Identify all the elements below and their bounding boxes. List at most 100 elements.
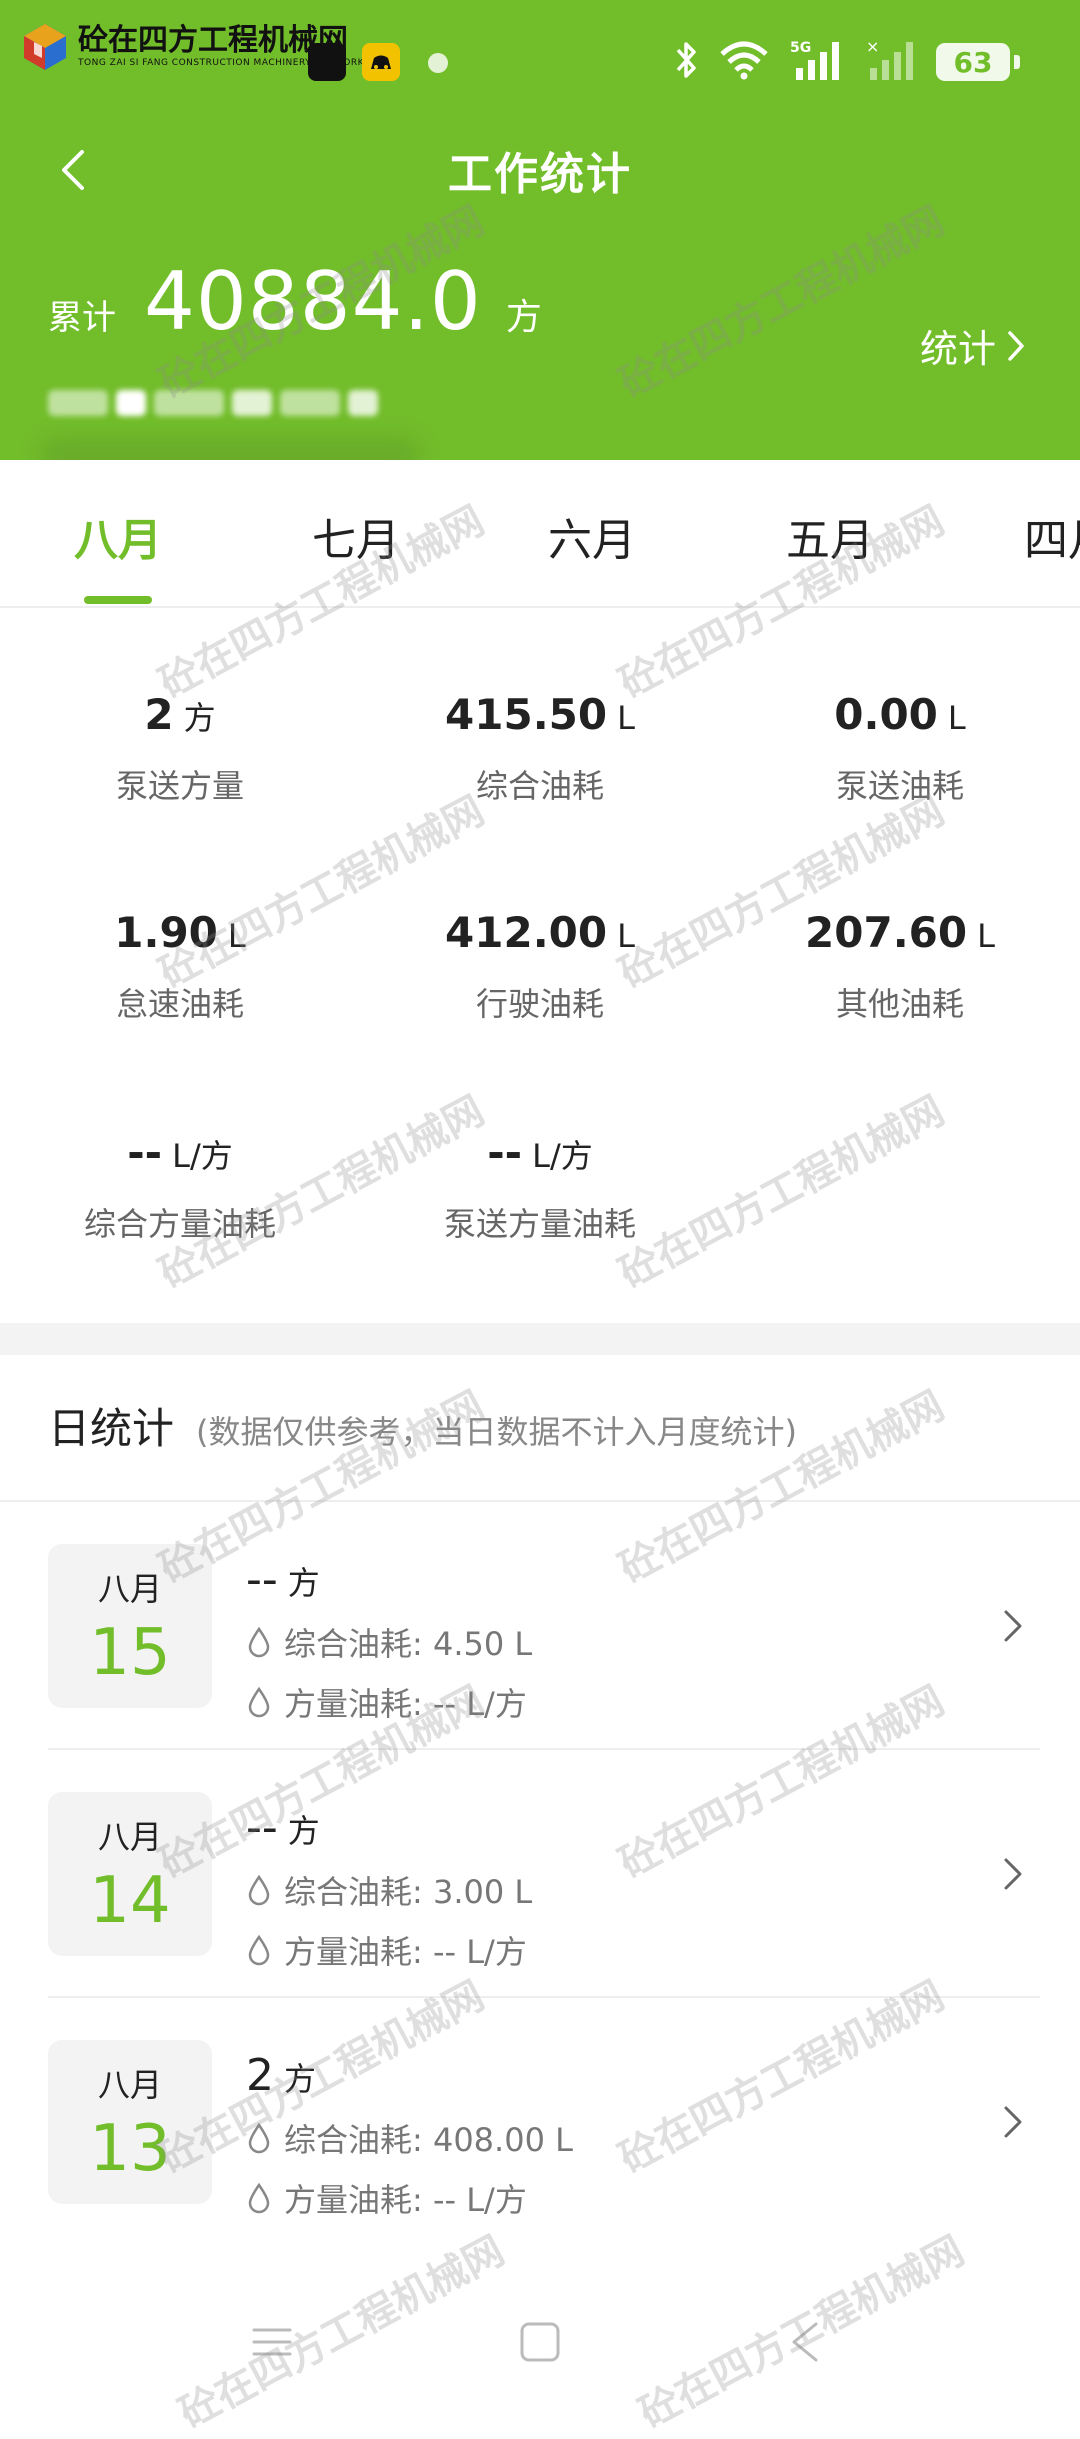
metric-value: 2 bbox=[144, 690, 174, 739]
tab-april[interactable]: 四月 bbox=[1024, 504, 1080, 568]
menu-nav-button[interactable] bbox=[242, 2312, 302, 2372]
page-title: 工作统计 bbox=[448, 149, 632, 200]
tiktok-notification-icon bbox=[308, 43, 346, 81]
total-label: 累计 bbox=[48, 298, 116, 338]
metric-label: 综合油耗 bbox=[475, 767, 604, 805]
day-fuel-rate: 方量油耗: -- L/方 bbox=[284, 2181, 527, 2219]
date-month: 八月 bbox=[97, 1570, 162, 1608]
day-amount-unit: 方 bbox=[287, 1812, 320, 1850]
section-divider bbox=[0, 1323, 1080, 1355]
logo-icon bbox=[20, 22, 70, 72]
metric-other-fuel: 207.60 L 其他油耗 bbox=[720, 908, 1080, 1025]
day-fuel-rate: 方量油耗: -- L/方 bbox=[284, 1933, 527, 1971]
back-nav-button[interactable] bbox=[776, 2312, 836, 2372]
metric-label: 综合方量油耗 bbox=[83, 1205, 276, 1243]
date-day: 15 bbox=[89, 1616, 171, 1690]
metric-unit: L bbox=[617, 699, 635, 737]
day-row-13[interactable]: 八月 13 2方 综合油耗: 408.00 L 方量油耗: -- L/方 bbox=[0, 1998, 1080, 2246]
metric-unit: 方 bbox=[183, 699, 216, 737]
date-box: 八月 14 bbox=[48, 1792, 212, 1956]
total-summary: 累计 40884.0 方 bbox=[48, 255, 542, 348]
metric-driving-fuel: 412.00 L 行驶油耗 bbox=[360, 908, 720, 1025]
metric-volume-fuel-rate: -- L/方 综合方量油耗 bbox=[0, 1128, 360, 1245]
wifi-icon bbox=[718, 40, 770, 84]
total-unit: 方 bbox=[505, 297, 542, 338]
chevron-right-icon bbox=[1004, 1610, 1022, 1642]
tab-july[interactable]: 七月 bbox=[312, 504, 400, 568]
day-info: 2方 综合油耗: 408.00 L 方量油耗: -- L/方 bbox=[246, 2050, 573, 2221]
droplet-icon bbox=[248, 1874, 270, 1906]
metric-total-fuel: 415.50 L 综合油耗 bbox=[360, 690, 720, 807]
tab-june[interactable]: 六月 bbox=[548, 504, 636, 568]
metric-value: 412.00 bbox=[445, 908, 608, 957]
metric-label: 行驶油耗 bbox=[475, 985, 604, 1023]
statistics-link[interactable]: 统计 bbox=[920, 318, 1026, 373]
system-nav-bar bbox=[0, 2300, 1080, 2412]
total-value: 40884.0 bbox=[144, 255, 482, 348]
date-month: 八月 bbox=[97, 1818, 162, 1856]
metric-label: 泵送方量 bbox=[115, 767, 244, 805]
day-fuel: 综合油耗: 408.00 L bbox=[284, 2121, 573, 2159]
active-tab-indicator bbox=[84, 596, 152, 604]
metric-value: 1.90 bbox=[114, 908, 218, 957]
metric-pump-volume: 2方 泵送方量 bbox=[0, 690, 360, 807]
svg-text:×: × bbox=[866, 38, 879, 56]
metric-pump-volume-fuel-rate: -- L/方 泵送方量油耗 bbox=[360, 1128, 720, 1245]
date-box: 八月 13 bbox=[48, 2040, 212, 2204]
metric-unit: L bbox=[617, 917, 635, 955]
metric-label: 其他油耗 bbox=[835, 985, 964, 1023]
signal-5g-icon: 5G bbox=[788, 38, 844, 86]
menu-icon bbox=[252, 2328, 292, 2356]
svg-text:5G: 5G bbox=[790, 40, 811, 56]
chevron-right-icon bbox=[1004, 1858, 1022, 1890]
date-month: 八月 bbox=[97, 2066, 162, 2104]
date-box: 八月 15 bbox=[48, 1544, 212, 1708]
metric-unit: L bbox=[227, 917, 246, 955]
metric-value: 207.60 bbox=[805, 908, 968, 957]
tab-august[interactable]: 八月 bbox=[74, 504, 162, 568]
metric-unit: L bbox=[977, 917, 995, 955]
tab-may[interactable]: 五月 bbox=[786, 504, 874, 568]
home-nav-button[interactable] bbox=[510, 2312, 570, 2372]
metric-unit: L/方 bbox=[172, 1137, 233, 1175]
day-amount: 2 bbox=[246, 2050, 274, 2101]
metric-label: 泵送方量油耗 bbox=[443, 1205, 636, 1243]
battery-icon: 63 bbox=[936, 43, 1020, 81]
daily-stats-note: (数据仅供参考，当日数据不计入月度统计) bbox=[196, 1413, 797, 1451]
metric-value: 0.00 bbox=[834, 690, 938, 739]
metric-label: 怠速油耗 bbox=[115, 985, 244, 1023]
droplet-icon bbox=[248, 2182, 270, 2214]
chevron-right-icon bbox=[1008, 330, 1024, 361]
droplet-icon bbox=[248, 2122, 270, 2154]
metric-idle-fuel: 1.90 L 怠速油耗 bbox=[0, 908, 360, 1025]
status-icons: 5G × 63 bbox=[674, 37, 1020, 86]
droplet-icon bbox=[248, 1686, 270, 1718]
notification-dot bbox=[428, 53, 448, 73]
day-amount: -- bbox=[246, 1554, 278, 1605]
day-row-15[interactable]: 八月 15 -- 方 综合油耗: 4.50 L 方量油耗: -- L/方 bbox=[0, 1502, 1080, 1750]
back-triangle-icon bbox=[792, 2322, 818, 2362]
day-info: -- 方 综合油耗: 3.00 L 方量油耗: -- L/方 bbox=[246, 1802, 532, 1973]
metric-value: 415.50 bbox=[445, 690, 608, 739]
metric-unit: L/方 bbox=[532, 1137, 593, 1175]
status-bar: 砼在四方工程机械网 TONG ZAI SI FANG CONSTRUCTION … bbox=[0, 0, 1080, 125]
droplet-icon bbox=[248, 1626, 270, 1658]
day-row-14[interactable]: 八月 14 -- 方 综合油耗: 3.00 L 方量油耗: -- L/方 bbox=[0, 1750, 1080, 1998]
date-day: 14 bbox=[89, 1864, 171, 1938]
header: 砼在四方工程机械网 TONG ZAI SI FANG CONSTRUCTION … bbox=[0, 0, 1080, 474]
metric-unit: L bbox=[947, 699, 966, 737]
day-fuel: 综合油耗: 4.50 L bbox=[284, 1625, 533, 1663]
day-amount-unit: 方 bbox=[287, 1564, 320, 1602]
home-square-icon bbox=[520, 2322, 560, 2362]
metric-label: 泵送油耗 bbox=[835, 767, 964, 805]
app-notification-icon bbox=[362, 43, 400, 81]
date-day: 13 bbox=[89, 2112, 171, 2186]
day-amount: -- bbox=[246, 1802, 278, 1853]
day-info: -- 方 综合油耗: 4.50 L 方量油耗: -- L/方 bbox=[246, 1554, 532, 1725]
day-fuel-rate: 方量油耗: -- L/方 bbox=[284, 1685, 527, 1723]
metric-pump-fuel: 0.00 L 泵送油耗 bbox=[720, 690, 1080, 807]
daily-stats-header: 日统计 (数据仅供参考，当日数据不计入月度统计) bbox=[48, 1395, 797, 1456]
statistics-link-label: 统计 bbox=[919, 327, 996, 371]
droplet-icon bbox=[248, 1934, 270, 1966]
day-amount-unit: 方 bbox=[284, 2060, 317, 2098]
